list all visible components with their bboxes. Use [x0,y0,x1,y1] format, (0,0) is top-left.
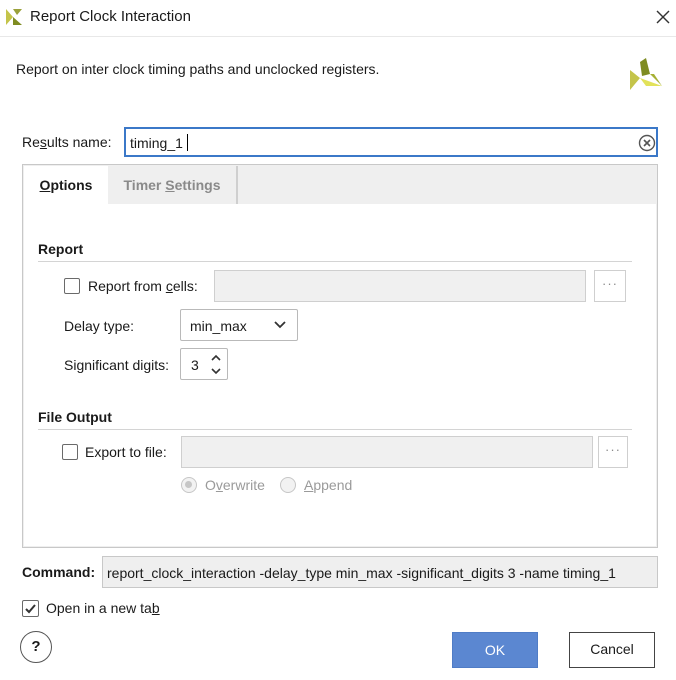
report-section-title: Report [38,241,84,257]
significant-digits-spinner[interactable]: 3 [180,348,228,380]
window-title: Report Clock Interaction [30,8,191,25]
text-caret [187,134,188,151]
app-logo-icon [6,9,22,25]
delay-type-value: min_max [190,318,247,334]
spinner-down-icon[interactable] [209,365,223,377]
significant-digits-value: 3 [191,357,199,373]
checkmark-icon [25,604,36,614]
report-section-divider [38,261,632,262]
help-button[interactable]: ? [20,631,52,663]
ok-button[interactable]: OK [452,632,538,668]
clear-icon[interactable] [638,134,656,152]
vendor-logo-icon [630,58,662,90]
tab-options[interactable]: Options [24,166,108,206]
delay-type-select[interactable]: min_max [180,309,298,341]
results-name-value: timing_1 [130,135,183,151]
delay-type-label: Delay type: [64,318,135,334]
spinner-up-icon[interactable] [209,352,223,364]
significant-digits-label: Significant digits: [64,357,170,373]
dialog-description: Report on inter clock timing paths and u… [16,61,380,77]
export-to-file-browse-button[interactable]: ··· [598,436,628,468]
export-to-file-checkbox[interactable] [62,444,78,460]
report-from-cells-browse-button[interactable]: ··· [594,270,626,302]
append-label: Append [304,477,353,493]
overwrite-label: Overwrite [205,477,265,493]
open-in-new-tab-checkbox[interactable] [22,600,39,617]
cancel-button[interactable]: Cancel [569,632,655,668]
close-icon[interactable] [652,6,674,28]
tab-timer-settings[interactable]: Timer Settings [108,166,238,204]
export-to-file-input[interactable] [181,436,593,468]
overwrite-radio[interactable] [181,477,197,493]
command-label: Command: [22,564,96,580]
results-name-input[interactable]: timing_1 [124,127,658,157]
results-name-label: Results name: [22,134,112,150]
open-in-new-tab-label: Open in a new tab [46,600,160,616]
command-value: report_clock_interaction -delay_type min… [107,565,616,581]
chevron-down-icon [274,321,286,329]
append-radio[interactable] [280,477,296,493]
command-field: report_clock_interaction -delay_type min… [102,556,658,588]
report-from-cells-checkbox[interactable] [64,278,80,294]
file-output-section-divider [38,429,632,430]
export-to-file-label: Export to file: [85,444,167,460]
radio-selected-dot [185,481,192,488]
report-from-cells-input[interactable] [214,270,586,302]
report-from-cells-label: Report from cells: [88,278,198,294]
options-content [24,204,656,546]
file-output-section-title: File Output [38,409,112,425]
